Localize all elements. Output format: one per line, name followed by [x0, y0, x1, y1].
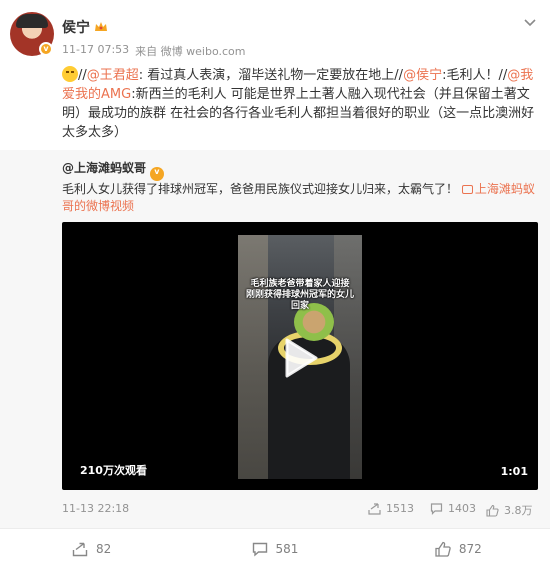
- video-duration: 1:01: [500, 465, 528, 478]
- mention-link[interactable]: @侯宁: [403, 68, 442, 83]
- thumbs-up-icon: [435, 541, 451, 557]
- repost-date[interactable]: 11-13 22:18: [62, 502, 129, 515]
- comment-icon: [252, 542, 267, 557]
- grin-emoji-icon: [62, 66, 78, 82]
- video-caption-2: 刚刚获得排球州冠军的女儿回家: [246, 290, 355, 311]
- content-seg4: :新西兰的毛利人 可能是世界上土著人融入现代社会（并且保留土著文明）最成功的族群…: [62, 87, 535, 140]
- repost-share[interactable]: 1513: [368, 502, 414, 515]
- share-button[interactable]: 82: [0, 529, 183, 568]
- content-seg3: :毛利人！//: [442, 68, 508, 83]
- post-content: //@王君超: 看过真人表演，溜毕送礼物一定要放在地上//@侯宁:毛利人！//@…: [62, 66, 540, 142]
- repost-comment-count: 1403: [448, 502, 476, 515]
- post-source[interactable]: 微博 weibo.com: [161, 45, 246, 58]
- share-count: 82: [96, 541, 112, 556]
- author-name[interactable]: 侯宁: [62, 17, 90, 37]
- verified-badge-icon: v: [39, 42, 53, 56]
- comment-icon: [430, 503, 443, 515]
- thumbs-up-icon: [486, 504, 499, 517]
- share-icon: [72, 542, 88, 556]
- repost-author[interactable]: @上海滩蚂蚁哥: [62, 161, 146, 175]
- action-bar: 82 581 872: [0, 528, 550, 568]
- share-icon: [368, 503, 381, 515]
- like-count: 872: [458, 541, 482, 556]
- content-seg1: //: [78, 68, 87, 83]
- repost-text: @上海滩蚂蚁哥 v 毛利人女儿获得了排球州冠军，爸爸用民族仪式迎接女儿归来，太霸…: [62, 160, 540, 215]
- source-prefix: 来自: [135, 45, 158, 58]
- weibo-post: v 侯宁 11-17 07:53 来自 微博 weibo.com //@王君超:…: [0, 0, 550, 568]
- content-seg2: : 看过真人表演，溜毕送礼物一定要放在地上//: [138, 68, 404, 83]
- video-caption-1: 毛利族老爸带着家人迎接: [250, 279, 350, 289]
- view-count: 210万次观看: [80, 464, 147, 477]
- repost-comment[interactable]: 1403: [430, 502, 476, 515]
- repost-body: 毛利人女儿获得了排球州冠军，爸爸用民族仪式迎接女儿归来，太霸气了！: [62, 182, 459, 196]
- comment-button[interactable]: 581: [183, 529, 366, 568]
- comment-count: 581: [275, 541, 299, 556]
- post-time[interactable]: 11-17 07:53: [62, 43, 129, 59]
- repost-share-count: 1513: [386, 502, 414, 515]
- repost-like[interactable]: 3.8万: [486, 502, 533, 518]
- repost-card[interactable]: @上海滩蚂蚁哥 v 毛利人女儿获得了排球州冠军，爸爸用民族仪式迎接女儿归来，太霸…: [0, 150, 550, 528]
- video-icon: [461, 185, 473, 194]
- like-button[interactable]: 872: [367, 529, 550, 568]
- mention-link[interactable]: @王君超: [87, 68, 139, 83]
- verified-badge-icon: v: [149, 167, 164, 181]
- repost-like-count: 3.8万: [504, 504, 533, 517]
- post-meta: 11-17 07:53 来自 微博 weibo.com: [62, 43, 246, 59]
- play-icon[interactable]: [284, 338, 318, 378]
- video-player[interactable]: 毛利族老爸带着家人迎接 刚刚获得排球州冠军的女儿回家 210万次观看 1:01: [62, 222, 538, 490]
- crown-icon: [95, 22, 107, 31]
- author-row: 侯宁: [62, 16, 108, 38]
- chevron-down-icon[interactable]: [522, 14, 538, 30]
